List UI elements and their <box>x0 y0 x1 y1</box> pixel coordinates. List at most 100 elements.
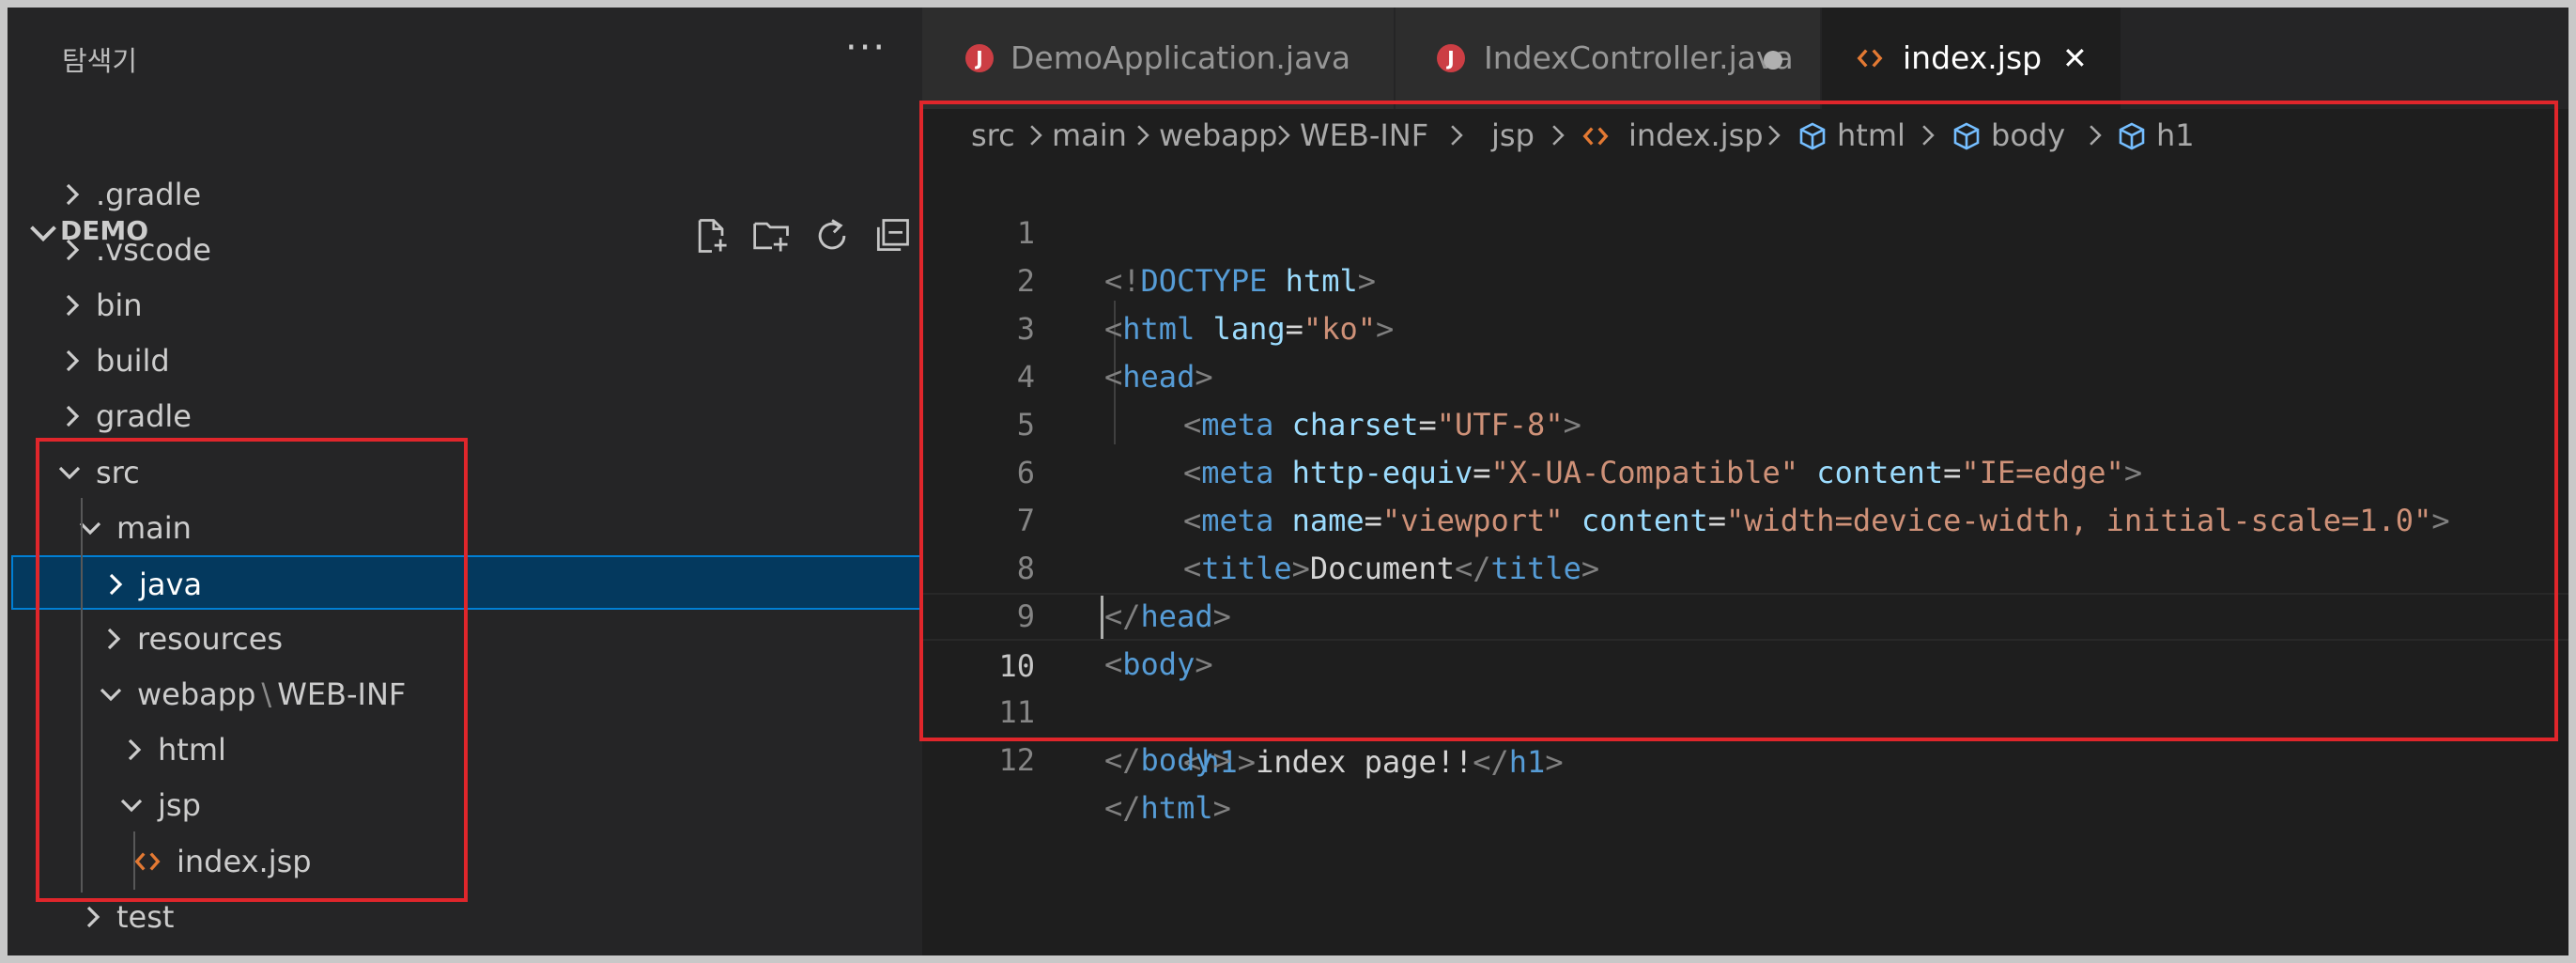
code-line: 2 <html lang="ko"> <box>922 210 2568 347</box>
tree-item-bin[interactable]: bin <box>8 278 922 333</box>
chevron-down-icon <box>120 799 143 813</box>
tree-item-label: gradle <box>96 398 192 434</box>
chevron-right-icon <box>1451 125 1463 146</box>
chevron-right-icon <box>1552 125 1565 146</box>
indent-guide <box>133 831 135 890</box>
chevron-right-icon <box>66 294 80 317</box>
path-separator: \ <box>261 676 272 712</box>
tree-item-java[interactable]: java <box>11 555 922 610</box>
chevron-right-icon <box>66 239 80 261</box>
code-line: 9 <body> <box>922 545 2568 682</box>
symbol-element-icon <box>1799 122 1826 150</box>
tree-item-label: .vscode <box>96 232 211 268</box>
symbol-element-icon <box>2119 122 2145 150</box>
tab-index-jsp[interactable]: index.jsp ✕ <box>1822 8 2122 109</box>
tree-item-gradle-dir[interactable]: .gradle <box>8 167 922 222</box>
chevron-right-icon <box>109 573 123 596</box>
code-line-current: 10 <h1>index page!!</h1> <box>922 593 2568 780</box>
code-line: 6 <meta name="viewport" content="width=d… <box>922 401 2568 538</box>
close-icon[interactable]: ✕ <box>2062 8 2088 109</box>
chevron-right-icon <box>128 738 142 761</box>
chevron-right-icon <box>1137 125 1149 146</box>
tree-item-label: java <box>139 567 203 602</box>
tree-item-label: bin <box>96 287 143 323</box>
code-line: 12 </html> <box>922 689 2568 826</box>
tree-item-label: resources <box>137 621 284 657</box>
code-line: 3 <head> <box>922 257 2568 395</box>
tree-item-label-compact: webapp \ WEB-INF <box>137 667 406 722</box>
breadcrumb-item[interactable]: jsp <box>1491 109 1535 162</box>
code-file-icon <box>134 852 161 871</box>
chevron-right-icon <box>107 628 121 650</box>
tab-label: index.jsp <box>1903 39 2043 76</box>
chevron-right-icon <box>1922 125 1935 146</box>
tree-item-label: main <box>116 510 192 546</box>
tree-item-label: src <box>96 455 140 490</box>
breadcrumb: src main webapp WEB-INF jsp index.jsp ht… <box>922 109 2568 162</box>
code-line: 8 </head> <box>922 497 2568 634</box>
code-line: 11 </body> <box>922 641 2568 778</box>
tree-item-build[interactable]: build <box>8 334 922 388</box>
explorer-title: 탐색기 <box>62 45 138 77</box>
line-number: 12 <box>998 742 1035 778</box>
code-line: 4 <meta charset="UTF-8"> <box>922 305 2568 443</box>
tab-bar: J DemoApplication.java J IndexController… <box>922 8 2568 109</box>
tree-item-vscode[interactable]: .vscode <box>8 223 922 277</box>
tree-item-label: html <box>158 732 226 768</box>
tree-item-html-dir[interactable]: html <box>8 722 922 777</box>
tab-index-controller[interactable]: J IndexController.java <box>1396 8 1822 109</box>
symbol-element-icon <box>1953 122 1980 150</box>
tree-item-src[interactable]: src <box>8 445 922 500</box>
breadcrumb-item[interactable]: src <box>971 109 1015 162</box>
chevron-right-icon <box>66 349 80 372</box>
breadcrumb-item[interactable]: index.jsp <box>1628 109 1764 162</box>
editor-area: J DemoApplication.java J IndexController… <box>922 8 2568 955</box>
folder-name-webapp: webapp <box>137 676 256 712</box>
chevron-right-icon <box>86 906 100 928</box>
breadcrumb-item[interactable]: body <box>1991 109 2065 162</box>
tab-demo-application[interactable]: J DemoApplication.java <box>922 8 1396 109</box>
breadcrumb-item[interactable]: html <box>1837 109 1905 162</box>
vscode-window: 탐색기 ··· DEMO .gradle .vscode bin build g… <box>8 8 2568 955</box>
tree-item-label: jsp <box>158 787 201 823</box>
code-text: </html> <box>1104 790 1231 826</box>
code-text: <h1>index page!!</h1> <box>1183 744 1564 780</box>
tab-label: DemoApplication.java <box>1010 39 1351 76</box>
explorer-sidebar: 탐색기 ··· DEMO .gradle .vscode bin build g… <box>8 8 922 955</box>
tree-item-webapp-web-inf[interactable]: webapp \ WEB-INF <box>8 667 922 722</box>
chevron-right-icon <box>1768 125 1781 146</box>
code-line: 7 <title>Document</title> <box>922 449 2568 586</box>
tree-item-resources[interactable]: resources <box>8 612 922 666</box>
chevron-right-icon <box>1030 125 1042 146</box>
tree-item-main[interactable]: main <box>8 501 922 555</box>
indent-guide <box>81 498 83 893</box>
breadcrumb-item[interactable]: WEB-INF <box>1300 109 1428 162</box>
code-file-icon <box>1857 49 1883 68</box>
code-line: 1 <!DOCTYPE html> <box>922 162 2568 299</box>
tree-item-jsp[interactable]: jsp <box>8 778 922 832</box>
tree-item-label: test <box>116 899 175 935</box>
tree-item-gradle[interactable]: gradle <box>8 389 922 443</box>
code-text: </body> <box>1104 742 1231 778</box>
explorer-header: 탐색기 ··· <box>8 8 922 109</box>
tree-item-index-jsp[interactable]: index.jsp <box>8 834 922 889</box>
java-file-icon: J <box>1437 44 1465 72</box>
java-file-icon: J <box>965 44 994 72</box>
breadcrumb-item[interactable]: webapp <box>1159 109 1277 162</box>
tree-item-test[interactable]: test <box>8 890 922 944</box>
chevron-right-icon <box>1278 125 1290 146</box>
breadcrumb-item[interactable]: h1 <box>2156 109 2195 162</box>
breadcrumb-item[interactable]: main <box>1052 109 1127 162</box>
chevron-down-icon <box>79 521 101 536</box>
chevron-right-icon <box>66 183 80 206</box>
tab-label: IndexController.java <box>1484 39 1794 76</box>
chevron-right-icon <box>66 405 80 427</box>
more-actions-icon[interactable]: ··· <box>845 26 887 70</box>
tree-item-label: .gradle <box>96 177 202 212</box>
unsaved-dot-icon[interactable] <box>1764 51 1782 70</box>
tree-item-label: build <box>96 343 170 379</box>
chevron-right-icon <box>2090 125 2102 146</box>
chevron-down-icon <box>58 466 81 480</box>
section-header-demo[interactable]: DEMO <box>8 109 922 253</box>
folder-name-web-inf: WEB-INF <box>277 676 407 712</box>
